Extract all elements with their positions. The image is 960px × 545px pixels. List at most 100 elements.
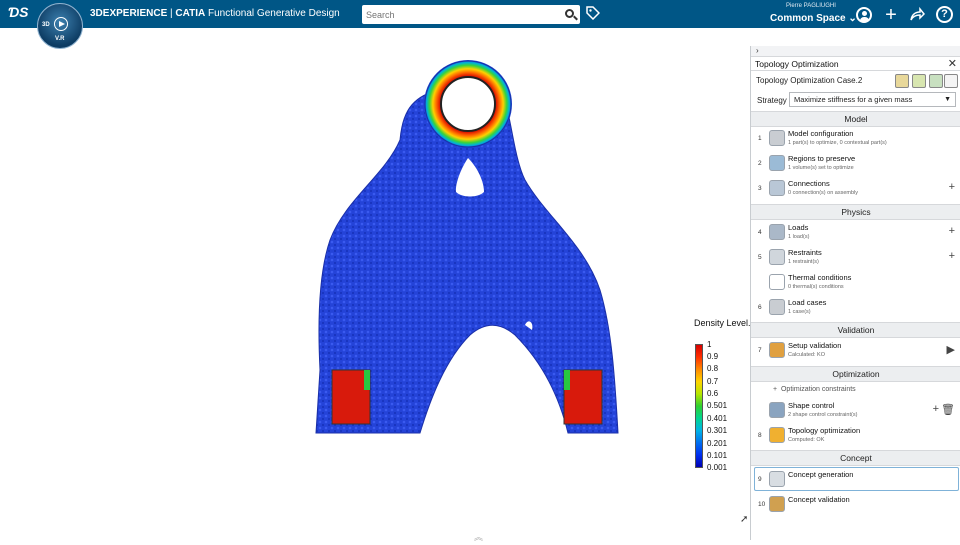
case-tool-icon[interactable] [929,74,943,88]
step-setup-validation[interactable]: 7 Setup validation Calculated: KO ▶ [751,341,960,365]
step-subtitle: 1 case(s) [788,309,811,315]
step-title: Concept validation [788,495,850,504]
step-restraints[interactable]: 5 Restraints 1 restraint(s) + [751,248,960,272]
step-connections[interactable]: 3 Connections 0 connection(s) on assembly + [751,179,960,203]
step-title: Setup validation [788,341,842,350]
legend-label: 0.301 [707,426,728,435]
step-subtitle: 1 restraint(s) [788,259,819,265]
user-avatar-icon[interactable] [856,7,872,23]
step-concept-generation[interactable]: 9 Concept generation [751,470,960,494]
search-box[interactable] [362,5,580,24]
step-number: 6 [758,304,762,311]
panel-collapse-button[interactable]: › [751,46,960,57]
thermal-conditions-icon [769,274,785,290]
step-model-configuration[interactable]: 1 Model configuration 1 part(s) to optimiz… [751,129,960,153]
step-topology-optimization[interactable]: 8 Topology optimization Computed: OK [751,426,960,450]
step-shape-control[interactable]: Shape control 2 shape control constraint(… [751,401,960,425]
concept-validation-icon [769,496,785,512]
panel-header: Topology Optimization ✕ [751,57,960,71]
ds-logo-icon[interactable]: ƊS [8,4,32,24]
topology-optimization-icon [769,427,785,443]
step-load-cases[interactable]: 6 Load cases 1 case(s) [751,298,960,322]
case-tool-icon[interactable] [912,74,926,88]
step-thermal-conditions[interactable]: Thermal conditions 0 thermal(s) condition… [751,273,960,297]
add-icon[interactable]: + [882,5,900,25]
space-selector[interactable]: Common Space ⌄ [770,13,857,24]
step-title: Connections [788,179,830,188]
chevron-up-icon[interactable]: ︽ [474,530,484,542]
shape-control-icon [769,402,785,418]
step-subtitle: 1 volume(s) set to optimize [788,165,854,171]
case-name: Topology Optimization Case.2 [756,76,863,85]
setup-validation-icon [769,342,785,358]
step-number: 3 [758,185,762,192]
connections-icon [769,180,785,196]
top-bar: ƊS 3DEXPERIENCE | CATIA Functional Gener… [0,0,960,28]
optimization-constraints-button[interactable]: + Optimization constraints [773,386,856,393]
step-number: 8 [758,432,762,439]
legend-label: 0.101 [707,451,728,460]
add-icon[interactable]: + [949,181,955,193]
step-subtitle: 0 connection(s) on assembly [788,190,859,196]
add-icon[interactable]: + [933,403,939,415]
step-subtitle: 1 load(s) [788,234,810,240]
step-title: Model configuration [788,129,854,138]
app-name: Functional Generative Design [208,8,340,19]
delete-icon[interactable]: 🗑 [941,403,955,416]
step-number: 1 [758,135,762,142]
run-icon[interactable]: ▶ [947,343,955,356]
step-title: Regions to preserve [788,154,856,163]
compass-widget[interactable]: 3D V.R [37,3,83,49]
step-title: Shape control [788,401,835,410]
step-number: 2 [758,160,762,167]
panel-title: Topology Optimization [755,59,839,69]
section-concept: Concept [751,450,960,466]
list-icon[interactable] [944,74,958,88]
step-subtitle: Computed: OK [788,437,825,443]
search-input[interactable] [366,7,556,22]
search-icon[interactable] [565,9,574,18]
strategy-select[interactable]: Maximize stiffness for a given mass ▼ [789,92,956,107]
restraints-icon [769,249,785,265]
step-concept-validation[interactable]: 10 Concept validation [751,495,960,519]
legend-label: 0.7 [707,377,719,386]
tag-icon[interactable] [586,6,601,21]
legend-label: 0.6 [707,389,719,398]
legend-label: 0.201 [707,439,728,448]
step-title: Thermal conditions [788,273,852,282]
legend-label: 0.401 [707,414,728,423]
optimization-constraints-label: Optimization constraints [780,386,856,393]
step-subtitle: 1 part(s) to optimize, 0 contextual part… [788,140,887,146]
concept-generation-icon [769,471,785,487]
add-icon[interactable]: + [949,225,955,237]
step-subtitle: 2 shape control constraint(s) [788,412,858,418]
legend-label: 0.501 [707,401,728,410]
step-regions-to-preserve[interactable]: 2 Regions to preserve 1 volume(s) set to o… [751,154,960,178]
help-icon[interactable]: ? [936,6,953,23]
step-number: 5 [758,254,762,261]
add-icon[interactable]: + [949,250,955,262]
dropdown-arrow-icon: ▼ [944,96,951,103]
step-title: Load cases [788,298,827,307]
case-tool-icon[interactable] [895,74,909,88]
section-optimization: Optimization [751,366,960,382]
app-title: 3DEXPERIENCE | CATIA Functional Generati… [90,8,340,19]
model-configuration-icon [769,130,785,146]
share-icon[interactable] [908,6,926,24]
loads-icon [769,224,785,240]
close-icon[interactable]: ✕ [948,57,957,71]
step-title: Concept generation [788,470,854,479]
step-subtitle: Calculated: KO [788,352,825,358]
step-loads[interactable]: 4 Loads 1 load(s) + [751,223,960,247]
section-model: Model [751,111,960,127]
compass-3d-label: 3D [42,22,50,28]
play-icon[interactable] [54,17,68,31]
section-physics: Physics [751,204,960,220]
step-title: Restraints [788,248,822,257]
load-cases-icon [769,299,785,315]
legend-label: 0.8 [707,364,719,373]
3d-viewport[interactable] [0,28,750,540]
step-title: Loads [788,223,809,232]
plus-icon: + [773,386,778,393]
step-number: 10 [758,501,766,508]
